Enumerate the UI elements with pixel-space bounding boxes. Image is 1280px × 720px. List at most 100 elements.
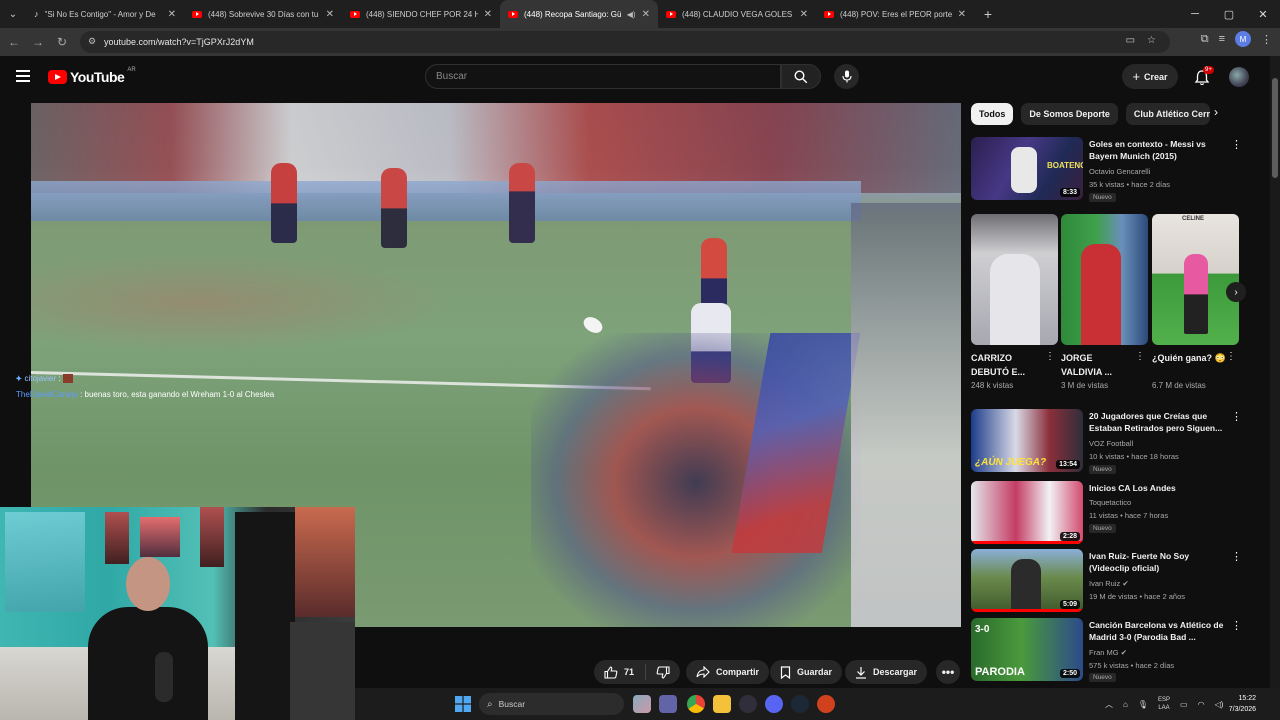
close-tab-icon[interactable]: ✕ (326, 9, 334, 20)
site-info-icon[interactable]: ⚙ (88, 36, 96, 47)
video-title[interactable]: 20 Jugadores que Creías que Estaban Reti… (1089, 410, 1224, 434)
bookmark-star-icon[interactable]: ☆ (1147, 35, 1156, 46)
teams-app-icon[interactable] (659, 695, 677, 713)
chrome-app-icon[interactable] (687, 695, 705, 713)
close-tab-icon[interactable]: ✕ (484, 9, 492, 20)
search-input[interactable]: Buscar (425, 64, 781, 89)
more-vertical-icon[interactable]: ⋮ (1231, 621, 1242, 632)
short-item[interactable]: CARRIZO DEBUTÓ E... 248 k vistas ⋮ (971, 214, 1058, 390)
browser-menu-icon[interactable]: ⋮ (1261, 33, 1272, 46)
network-icon[interactable]: ⌂ (1123, 700, 1128, 709)
copilot-app-icon[interactable] (633, 695, 651, 713)
browser-tab[interactable]: (448) SIENDO CHEF POR 24 HO ✕ (342, 0, 500, 28)
like-button[interactable]: 71 (594, 664, 646, 680)
menu-icon[interactable] (16, 70, 30, 85)
channel-name[interactable]: Toquetactico (1089, 498, 1131, 507)
close-tab-icon[interactable]: ✕ (168, 9, 176, 20)
media-controls-icon[interactable]: ≡ (1219, 33, 1225, 45)
chevron-right-icon[interactable]: › (1214, 105, 1218, 119)
obs-app-icon[interactable] (739, 695, 757, 713)
youtube-logo[interactable]: YouTube AR (48, 67, 136, 85)
tab-search-icon[interactable]: ⌄ (0, 0, 26, 28)
chevron-up-icon[interactable]: ︿ (1105, 699, 1113, 710)
shorts-next-button[interactable]: › (1226, 282, 1246, 302)
mic-tray-icon[interactable]: 🎙 (1138, 700, 1148, 709)
video-thumbnail[interactable]: BOATENG 8:33 (971, 137, 1083, 200)
recommendation-item[interactable]: 5:09 Ivan Ruiz- Fuerte No Soy (Videoclip… (971, 549, 1242, 613)
video-thumbnail[interactable]: 5:09 (971, 549, 1083, 612)
recommendation-item[interactable]: BOATENG 8:33 Goles en contexto - Messi v… (971, 137, 1242, 202)
close-window-icon[interactable]: ✕ (1246, 0, 1280, 28)
profile-avatar[interactable]: M (1235, 31, 1251, 47)
browser-tab-active[interactable]: (448) Recopa Santiago: Gü ◀) ✕ (500, 0, 658, 28)
channel-name[interactable]: VOZ Football (1089, 439, 1133, 448)
video-thumbnail[interactable]: ¿AÚN JUEGA? 13:54 (971, 409, 1083, 472)
download-button[interactable]: Descargar (845, 660, 928, 684)
file-explorer-icon[interactable] (713, 695, 731, 713)
more-vertical-icon[interactable]: ⋮ (1226, 352, 1236, 362)
voice-search-button[interactable] (834, 64, 859, 89)
channel-name[interactable]: Ivan Ruiz (1089, 579, 1120, 588)
reload-icon[interactable]: ↻ (50, 35, 74, 49)
recommendation-item[interactable]: 3-0 PARODIA 2:50 Canción Barcelona vs At… (971, 618, 1242, 682)
short-item[interactable]: JORGE VALDIVIA ... 3 M de vistas ⋮ (1061, 214, 1148, 390)
system-clock[interactable]: 15:22 7/3/2026 (1229, 693, 1256, 715)
game-app-icon[interactable] (817, 695, 835, 713)
browser-tab[interactable]: (448) CLAUDIO VEGA GOLES R ✕ (658, 0, 816, 28)
short-thumbnail[interactable] (1061, 214, 1148, 345)
page-scrollbar[interactable] (1270, 56, 1280, 688)
taskbar-search[interactable]: ⌕ Buscar (479, 693, 624, 715)
more-vertical-icon[interactable]: ⋮ (1231, 552, 1242, 563)
channel-name[interactable]: Octavio Gencarelli (1089, 167, 1150, 176)
extensions-icon[interactable]: ⧉ (1201, 33, 1209, 46)
chip-all[interactable]: Todos (971, 103, 1014, 125)
forward-icon[interactable]: → (26, 35, 50, 49)
back-icon[interactable]: ← (2, 35, 26, 49)
account-avatar[interactable] (1229, 67, 1249, 87)
save-button[interactable]: Guardar (770, 660, 843, 684)
search-button[interactable] (781, 64, 821, 89)
browser-tab[interactable]: (448) POV: Eres el PEOR porter ✕ (816, 0, 974, 28)
maximize-icon[interactable]: ▢ (1212, 0, 1246, 28)
video-title[interactable]: Canción Barcelona vs Atlético de Madrid … (1089, 619, 1224, 643)
short-thumbnail[interactable] (971, 214, 1058, 345)
recommendation-item[interactable]: 2:28 Inicios CA Los Andes Toquetactico 1… (971, 481, 1241, 545)
steam-app-icon[interactable] (791, 695, 809, 713)
video-thumbnail[interactable]: 3-0 PARODIA 2:50 (971, 618, 1083, 681)
cast-icon[interactable]: ▭ (1126, 35, 1135, 46)
minimize-icon[interactable]: ─ (1178, 0, 1212, 28)
video-title[interactable]: Inicios CA Los Andes (1089, 482, 1224, 494)
short-thumbnail[interactable]: CELINE (1152, 214, 1239, 345)
video-title[interactable]: Ivan Ruiz- Fuerte No Soy (Videoclip ofic… (1089, 550, 1224, 574)
share-button[interactable]: Compartir (686, 660, 770, 684)
discord-app-icon[interactable] (765, 695, 783, 713)
language-indicator[interactable]: ESP LAA (1158, 696, 1170, 712)
new-tab-button[interactable]: + (974, 6, 1002, 22)
channel-name-row[interactable]: Ivan Ruiz ✔ (1089, 579, 1129, 588)
browser-tab[interactable]: (448) Sobrevive 30 Días con tu ✕ (184, 0, 342, 28)
chip-club[interactable]: Club Atlético Cerro (1125, 103, 1210, 125)
close-tab-icon[interactable]: ✕ (800, 9, 808, 20)
short-title[interactable]: ¿Quién gana? 😳 (1152, 351, 1226, 379)
more-vertical-icon[interactable]: ⋮ (1045, 352, 1055, 362)
short-title[interactable]: CARRIZO DEBUTÓ E... (971, 351, 1045, 379)
more-actions-button[interactable]: ••• (936, 660, 960, 684)
wifi-icon[interactable]: ◠ (1198, 700, 1205, 709)
create-button[interactable]: + Crear (1122, 64, 1178, 89)
close-tab-icon[interactable]: ✕ (958, 9, 966, 20)
short-title[interactable]: JORGE VALDIVIA ... (1061, 351, 1135, 379)
speaker-icon[interactable]: ◀) (627, 10, 636, 19)
scrollbar-thumb[interactable] (1272, 78, 1278, 178)
more-vertical-icon[interactable]: ⋮ (1231, 140, 1242, 151)
more-vertical-icon[interactable]: ⋮ (1135, 352, 1145, 362)
channel-name[interactable]: Fran MG (1089, 648, 1119, 657)
dislike-button[interactable] (646, 665, 680, 679)
more-vertical-icon[interactable]: ⋮ (1231, 412, 1242, 423)
recommendation-item[interactable]: ¿AÚN JUEGA? 13:54 20 Jugadores que Creía… (971, 409, 1242, 474)
channel-name-row[interactable]: Fran MG ✔ (1089, 648, 1127, 657)
browser-tab[interactable]: ♪ "Si No Es Contigo" - Amor y De ✕ (26, 0, 184, 28)
chip-channel[interactable]: De Somos Deporte (1021, 103, 1118, 125)
short-item[interactable]: CELINE ¿Quién gana? 😳 6.7 M de vistas ⋮ (1152, 214, 1239, 390)
video-title[interactable]: Goles en contexto - Messi vs Bayern Muni… (1089, 138, 1224, 162)
windows-start-icon[interactable] (455, 696, 471, 712)
